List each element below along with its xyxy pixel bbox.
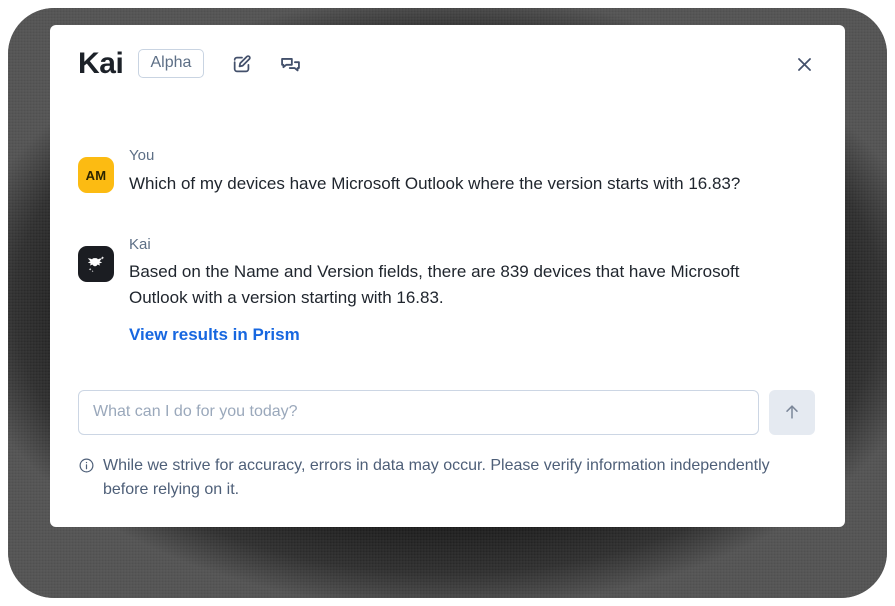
message-user: AM You Which of my devices have Microsof… (78, 145, 815, 197)
message-assistant: Kai Based on the Name and Version fields… (78, 234, 815, 345)
compose-icon[interactable] (231, 53, 253, 75)
kai-logo-icon (87, 255, 105, 272)
disclaimer: While we strive for accuracy, errors in … (50, 454, 808, 503)
screen-root: Kai Alpha AM You Which of my devices hav… (0, 0, 895, 606)
info-circle-icon (78, 457, 95, 482)
message-text: Which of my devices have Microsoft Outlo… (129, 173, 741, 193)
conversations-icon[interactable] (279, 53, 302, 76)
message-body: You Which of my devices have Microsoft O… (129, 145, 815, 197)
status-badge: Alpha (137, 49, 205, 78)
send-button[interactable] (769, 389, 815, 435)
message-body: Kai Based on the Name and Version fields… (129, 234, 815, 345)
composer (50, 389, 845, 435)
message-text: Based on the Name and Version fields, th… (129, 262, 740, 308)
message-author: You (129, 147, 155, 164)
close-icon[interactable] (791, 51, 817, 77)
header-actions (231, 53, 302, 76)
chat-input[interactable] (78, 389, 759, 435)
kai-dialog: Kai Alpha AM You Which of my devices hav… (50, 25, 845, 527)
avatar: AM (78, 157, 114, 193)
dialog-header: Kai Alpha (50, 25, 845, 99)
arrow-up-icon (786, 405, 798, 420)
message-author: Kai (129, 235, 151, 253)
view-results-link[interactable]: View results in Prism (129, 325, 300, 345)
conversation-list: AM You Which of my devices have Microsof… (50, 99, 845, 345)
page-title: Kai (78, 47, 124, 80)
disclaimer-text: While we strive for accuracy, errors in … (103, 456, 770, 499)
avatar (78, 245, 114, 282)
